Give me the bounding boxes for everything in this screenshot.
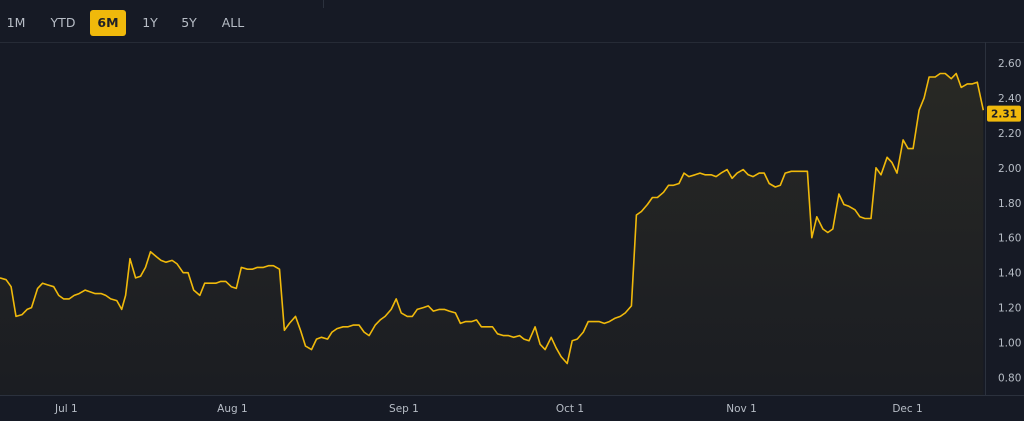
y-tick-label: 1.80 — [998, 198, 1021, 210]
y-tick-label: 1.20 — [998, 303, 1021, 315]
x-tick-label: Aug 1 — [217, 403, 248, 415]
x-tick-label: Jul 1 — [54, 403, 78, 415]
last-price-label: 2.31 — [991, 109, 1017, 121]
y-tick-label: 2.60 — [998, 58, 1021, 70]
x-tick-label: Nov 1 — [726, 403, 757, 415]
y-tick-label: 2.00 — [998, 163, 1021, 175]
x-tick-label: Sep 1 — [389, 403, 419, 415]
y-tick-label: 2.40 — [998, 93, 1021, 105]
price-chart[interactable]: 0.80 1.00 1.20 1.40 1.60 1.80 2.00 2.20 2.40 2.60… — [0, 0, 1024, 421]
y-tick-label: 2.20 — [998, 128, 1021, 140]
y-tick-label: 0.80 — [998, 373, 1021, 385]
y-tick-label: 1.00 — [998, 338, 1021, 350]
series-area — [0, 73, 984, 395]
x-tick-label: Oct 1 — [556, 403, 584, 415]
y-tick-label: 1.40 — [998, 268, 1021, 280]
y-tick-label: 1.60 — [998, 233, 1021, 245]
x-tick-label: Dec 1 — [892, 403, 922, 415]
